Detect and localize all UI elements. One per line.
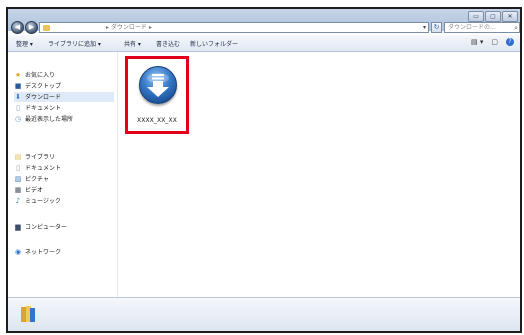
file-list: XXXX_XX_XX [118, 52, 520, 300]
desktop-icon: ■ [14, 82, 22, 90]
sidebar-item-downloads[interactable]: ⬇ ダウンロード [14, 92, 114, 102]
file-item-installer[interactable]: XXXX_XX_XX [125, 56, 189, 134]
explorer-window: ▭ ▢ ✕ ◀ ▶ ▸ ダウンロード ▸ ▾ ↻ ダウンロードの... ⌕ 整理… [6, 7, 522, 333]
sidebar-item-label: ライブラリ [25, 154, 56, 161]
star-icon: ★ [14, 71, 22, 79]
address-path: ▸ ダウンロード ▸ [106, 24, 152, 31]
navigation-pane: ★ お気に入り ■ デスクトップ ⬇ ダウンロード ▯ ドキュメント ◷ 最近表示した場所… [8, 52, 118, 300]
folder-icon [43, 25, 50, 31]
document-icon: ▯ [16, 104, 20, 112]
sidebar-item-label: コンピューター [25, 224, 68, 231]
sidebar-item-label: ドキュメント [25, 165, 62, 172]
window-controls: ▭ ▢ ✕ [468, 11, 518, 22]
sidebar-item-favorites[interactable]: ★ お気に入り [14, 70, 114, 80]
download-folder-icon: ⬇ [15, 93, 21, 101]
recent-places-icon: ◷ [14, 115, 22, 123]
sidebar-item-music[interactable]: ♪ ミュージック [14, 196, 114, 206]
sidebar-item-desktop[interactable]: ■ デスクトップ [14, 81, 114, 91]
search-placeholder: ダウンロードの... [448, 24, 496, 31]
sidebar-item-lib-documents[interactable]: ▯ ドキュメント [14, 163, 114, 173]
computer-icon: ▆ [15, 223, 21, 231]
sidebar-item-computer[interactable]: ▆ コンピューター [14, 222, 114, 232]
refresh-button[interactable]: ↻ [431, 22, 442, 33]
sidebar-item-recent-places[interactable]: ◷ 最近表示した場所 [14, 114, 114, 124]
forward-button[interactable]: ▶ [25, 21, 38, 34]
music-icon: ♪ [15, 197, 21, 205]
details-pane [8, 297, 520, 331]
library-icon: ▤ [14, 153, 22, 161]
preview-pane-button[interactable]: ▢ [491, 38, 498, 46]
sidebar-item-label: ネットワーク [25, 249, 62, 256]
library-icon [21, 306, 35, 322]
search-icon: ⌕ [514, 24, 518, 32]
add-to-library-button[interactable]: ライブラリに追加 ▾ [48, 39, 101, 48]
sidebar-item-label: ダウンロード [25, 94, 62, 101]
sidebar-item-label: デスクトップ [25, 83, 62, 90]
download-installer-icon [139, 66, 177, 104]
command-bar: 整理 ▾ ライブラリに追加 ▾ 共有 ▾ 書き込む 新しいフォルダー ▤ ▾ ▢… [8, 35, 520, 52]
sidebar-item-libraries[interactable]: ▤ ライブラリ [14, 152, 114, 162]
sidebar-item-network[interactable]: ◉ ネットワーク [14, 247, 114, 257]
sidebar-item-label: ドキュメント [25, 105, 62, 112]
address-bar[interactable]: ▸ ダウンロード ▸ ▾ [39, 22, 429, 33]
help-icon[interactable]: ? [506, 38, 514, 46]
organize-button[interactable]: 整理 ▾ [16, 39, 33, 48]
sidebar-item-label: ピクチャ [25, 176, 49, 183]
minimize-button[interactable]: ▭ [468, 11, 484, 22]
sidebar-item-videos[interactable]: ▦ ビデオ [14, 185, 114, 195]
back-button[interactable]: ◀ [11, 21, 24, 34]
sidebar-item-documents[interactable]: ▯ ドキュメント [14, 103, 114, 113]
chevron-down-icon[interactable]: ▾ [423, 23, 426, 33]
video-icon: ▦ [14, 186, 22, 194]
network-icon: ◉ [14, 248, 22, 256]
burn-button[interactable]: 書き込む [156, 39, 180, 48]
sidebar-item-pictures[interactable]: ▨ ピクチャ [14, 174, 114, 184]
maximize-button[interactable]: ▢ [485, 11, 501, 22]
nav-buttons: ◀ ▶ [11, 21, 38, 34]
toolbar-right: ▤ ▾ ▢ ? [471, 38, 514, 46]
file-name: XXXX_XX_XX [137, 117, 177, 124]
sidebar-item-label: 最近表示した場所 [25, 116, 74, 123]
search-input[interactable]: ダウンロードの... ⌕ [444, 22, 520, 33]
sidebar-item-label: ミュージック [25, 198, 61, 205]
document-icon: ▯ [16, 164, 20, 172]
close-button[interactable]: ✕ [502, 11, 518, 22]
picture-icon: ▨ [14, 175, 22, 183]
new-folder-button[interactable]: 新しいフォルダー [190, 39, 238, 48]
view-options-button[interactable]: ▤ ▾ [471, 38, 483, 46]
share-button[interactable]: 共有 ▾ [124, 39, 141, 48]
sidebar-item-label: お気に入り [25, 72, 56, 79]
sidebar-item-label: ビデオ [25, 187, 44, 194]
